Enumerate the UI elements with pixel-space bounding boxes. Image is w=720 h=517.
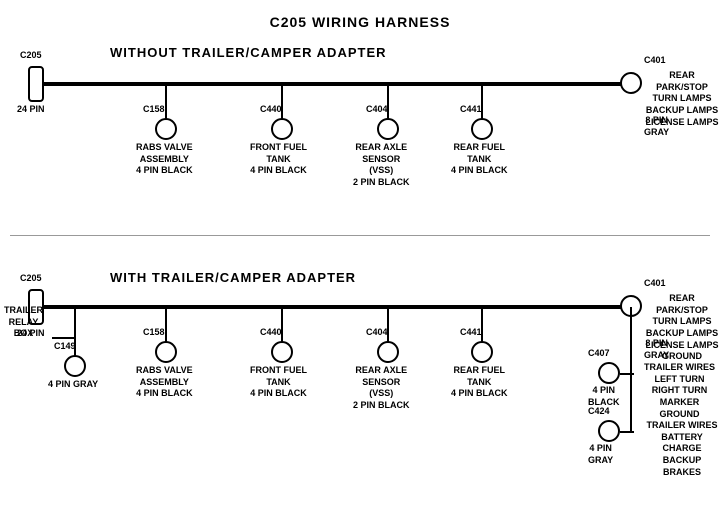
c440-bot-circle <box>271 341 293 363</box>
diagram-container: C205 WIRING HARNESS WITHOUT TRAILER/CAMP… <box>0 0 720 500</box>
c441-top-label: C441 <box>460 104 482 116</box>
c440-top-label: C440 <box>260 104 282 116</box>
right-branch-v2 <box>630 373 632 433</box>
c401-bot-label: C401 <box>644 278 666 290</box>
c404-bot-desc: REAR AXLESENSOR(VSS)2 PIN BLACK <box>353 365 410 412</box>
c440-top-desc: FRONT FUELTANK4 PIN BLACK <box>250 142 307 177</box>
c401-top-circle <box>620 72 642 94</box>
c440-bot-desc: FRONT FUELTANK4 PIN BLACK <box>250 365 307 400</box>
right-branch-v1 <box>630 307 632 375</box>
c158-top-label: C158 <box>143 104 165 116</box>
c424-label: C424 <box>588 406 610 418</box>
section2-label: WITH TRAILER/CAMPER ADAPTER <box>110 270 356 285</box>
c404-top-label: C404 <box>366 104 388 116</box>
c158-top-drop <box>165 84 167 120</box>
c401-top-label: C401 <box>644 55 666 67</box>
trailer-relay-drop <box>74 307 76 339</box>
c407-circle <box>598 362 620 384</box>
c149-label: C149 <box>54 341 76 353</box>
c158-bot-drop <box>165 307 167 343</box>
c205-top-pins: 24 PIN <box>17 104 45 116</box>
c441-top-desc: REAR FUELTANK4 PIN BLACK <box>451 142 508 177</box>
c407-pins: 4 PINBLACK <box>588 385 620 408</box>
section1-label: WITHOUT TRAILER/CAMPER ADAPTER <box>110 45 387 60</box>
c401-top-gray: 8 PINGRAY <box>644 115 669 138</box>
c404-top-desc: REAR AXLESENSOR(VSS)2 PIN BLACK <box>353 142 410 189</box>
c424-desc: TRAILER WIRESBATTERY CHARGEBACKUPBRAKES <box>644 420 720 478</box>
c158-bot-circle <box>155 341 177 363</box>
page-title: C205 WIRING HARNESS <box>0 6 720 30</box>
c440-top-circle <box>271 118 293 140</box>
main-bus-bot <box>44 305 626 309</box>
c205-top-rect <box>28 66 44 102</box>
c441-top-circle <box>471 118 493 140</box>
c149-desc: 4 PIN GRAY <box>48 379 98 391</box>
c441-bot-label: C441 <box>460 327 482 339</box>
c441-bot-circle <box>471 341 493 363</box>
c404-bot-circle <box>377 341 399 363</box>
c205-bot-label: C205 <box>20 273 42 285</box>
c205-top-label: C205 <box>20 50 42 62</box>
c407-label: C407 <box>588 348 610 360</box>
c424-h <box>620 431 634 433</box>
c158-bot-label: C158 <box>143 327 165 339</box>
c441-bot-desc: REAR FUELTANK4 PIN BLACK <box>451 365 508 400</box>
main-bus-top <box>44 82 626 86</box>
trailer-relay-label: TRAILERRELAYBOX <box>4 305 43 340</box>
c404-bot-label: C404 <box>366 327 388 339</box>
c158-top-circle <box>155 118 177 140</box>
c401-bot-pins: 8 PINGRAY <box>644 338 669 361</box>
c407-desc: TRAILER WIRESLEFT TURNRIGHT TURNMARKERGR… <box>644 362 715 420</box>
c404-top-circle <box>377 118 399 140</box>
c149-circle <box>64 355 86 377</box>
c424-pins: 4 PINGRAY <box>588 443 613 466</box>
c158-bot-desc: RABS VALVEASSEMBLY4 PIN BLACK <box>136 365 193 400</box>
c424-circle <box>598 420 620 442</box>
c158-top-desc: RABS VALVEASSEMBLY4 PIN BLACK <box>136 142 193 177</box>
trailer-relay-h <box>52 337 76 339</box>
section-divider <box>10 235 710 236</box>
c440-bot-label: C440 <box>260 327 282 339</box>
